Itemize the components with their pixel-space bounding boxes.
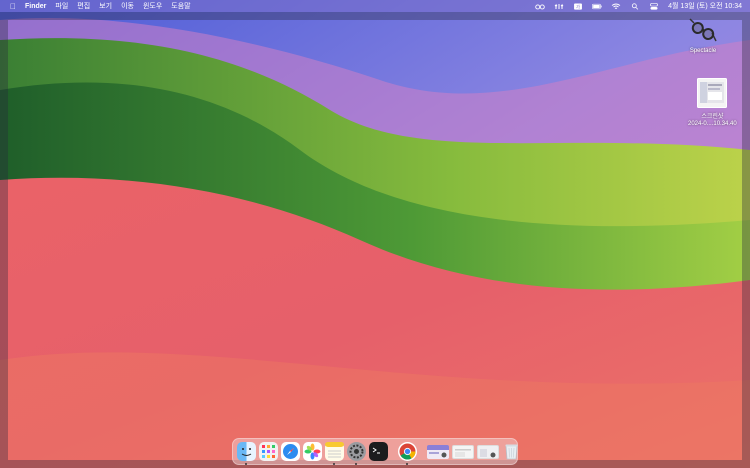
finder-icon[interactable] bbox=[237, 442, 256, 465]
menu-bar:  Finder 파일 편집 보기 이동 윈도우 도움말 가 bbox=[0, 0, 750, 12]
desktop-icon-label-line2: 2024-0....10.34.40 bbox=[688, 121, 737, 127]
desktop-icon-spectacle[interactable]: Spectacle bbox=[688, 17, 718, 54]
chrome-icon[interactable] bbox=[398, 442, 417, 465]
photos-icon[interactable] bbox=[303, 442, 322, 461]
menu-help[interactable]: 도움말 bbox=[171, 1, 190, 11]
airdrop-status-icon[interactable] bbox=[554, 3, 564, 10]
system-settings-icon[interactable] bbox=[347, 442, 366, 465]
spotlight-search-icon[interactable] bbox=[630, 2, 640, 10]
terminal-icon[interactable] bbox=[369, 442, 388, 461]
wifi-icon[interactable] bbox=[611, 3, 621, 10]
spectacle-icon bbox=[689, 18, 717, 42]
desktop-icon-label: Spectacle bbox=[689, 48, 717, 54]
sonoma-wallpaper bbox=[0, 0, 750, 468]
launchpad-icon[interactable] bbox=[259, 442, 278, 461]
input-method-icon[interactable]: 가 bbox=[573, 3, 583, 10]
safari-icon[interactable] bbox=[281, 442, 300, 461]
desktop-icon-label-line1: 스크린샷 bbox=[701, 114, 724, 120]
desktop-icon-screenshot[interactable]: 스크린샷 2024-0....10.34.40 bbox=[688, 78, 737, 127]
screenshot-thumbnail-icon bbox=[697, 78, 728, 108]
document-thumbnail-3[interactable] bbox=[477, 444, 499, 459]
apple-menu-icon[interactable]:  bbox=[10, 2, 16, 11]
menu-file[interactable]: 파일 bbox=[55, 1, 68, 11]
dock bbox=[232, 438, 518, 465]
menu-view[interactable]: 보기 bbox=[99, 1, 112, 11]
menu-go[interactable]: 이동 bbox=[121, 1, 134, 11]
desktop:  Finder 파일 편집 보기 이동 윈도우 도움말 가 bbox=[0, 0, 750, 468]
document-thumbnail-1[interactable] bbox=[427, 444, 449, 459]
trash-icon[interactable] bbox=[502, 442, 521, 461]
menu-window[interactable]: 윈도우 bbox=[143, 1, 162, 11]
notes-icon[interactable] bbox=[325, 442, 344, 465]
glasses-status-icon[interactable] bbox=[535, 3, 545, 10]
menu-clock[interactable]: 4월 13일 (토) 오전 10:34 bbox=[668, 1, 742, 11]
document-thumbnail-2[interactable] bbox=[452, 444, 474, 459]
battery-icon[interactable] bbox=[592, 3, 602, 10]
control-center-icon[interactable] bbox=[649, 2, 659, 10]
menu-edit[interactable]: 편집 bbox=[77, 1, 90, 11]
menu-app-name[interactable]: Finder bbox=[25, 3, 46, 10]
